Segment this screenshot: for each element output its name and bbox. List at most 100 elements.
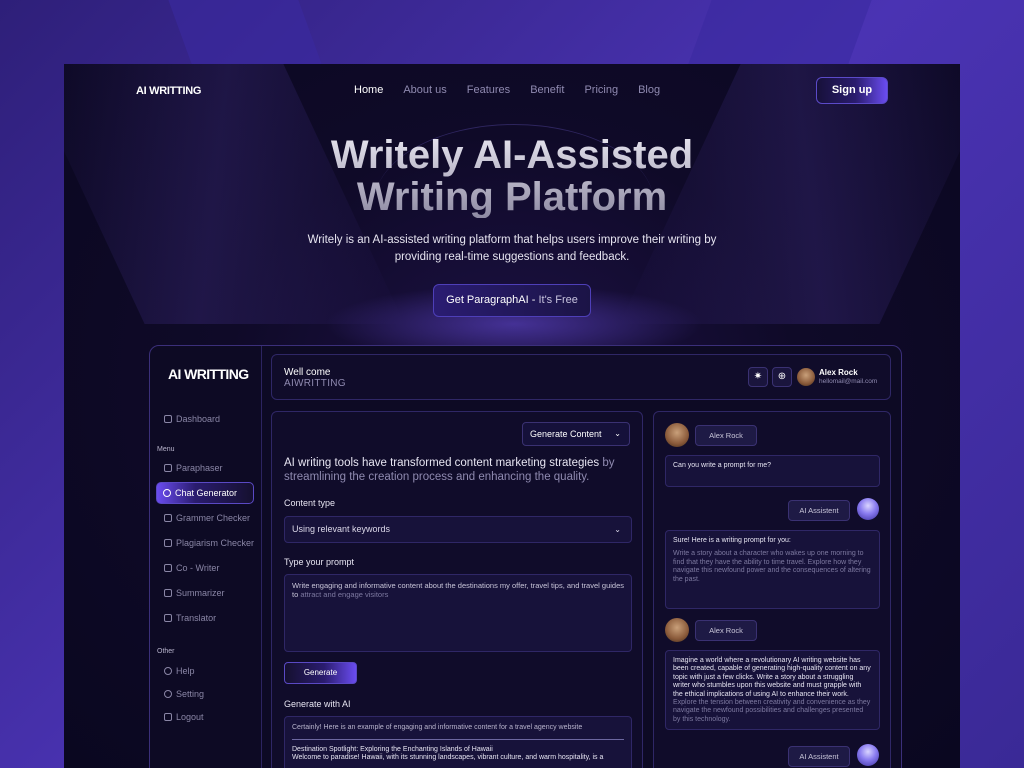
- generate-content-dropdown[interactable]: Generate Content ⌄: [522, 422, 630, 446]
- signup-button[interactable]: Sign up: [816, 77, 888, 104]
- divider: [292, 738, 624, 740]
- sidebar-item-label: Paraphaser: [176, 463, 223, 473]
- content-type-label: Content type: [284, 498, 336, 508]
- landing-frame: AI WRITTING Home About us Features Benef…: [64, 64, 960, 768]
- output-intro: Certainly! Here is an example of engagin…: [292, 724, 583, 731]
- sidebar-item-logout[interactable]: Logout: [164, 712, 204, 722]
- avatar: [665, 423, 689, 447]
- chat-user-name: Alex Rock: [695, 620, 757, 641]
- generate-button[interactable]: Generate: [284, 662, 357, 684]
- chevron-down-icon: ⌄: [614, 429, 621, 438]
- pen-icon: [164, 564, 172, 572]
- message-head: Sure! Here is a writing prompt for you:: [673, 537, 791, 544]
- sidebar-item-label: Summarizer: [176, 588, 225, 598]
- output-title: Destination Spotlight: Exploring the Enc…: [292, 745, 493, 753]
- select-value: Using relevant keywords: [292, 524, 391, 534]
- robot-avatar-icon: [857, 744, 879, 766]
- app-header: Well come AIWRITTING ✷ ⊕ Alex Rock hello…: [271, 354, 891, 400]
- sidebar: AI WRITTING Dashboard Menu Paraphaser Ch…: [150, 346, 262, 768]
- chat-user-name: Alex Rock: [695, 425, 757, 446]
- cta-label-free: It's Free: [538, 294, 578, 306]
- background-panel: [688, 0, 872, 64]
- sidebar-heading-other: Other: [157, 648, 175, 655]
- avatar: [665, 618, 689, 642]
- message-text: Can you write a prompt for me?: [673, 462, 772, 469]
- gear-icon: [164, 690, 172, 698]
- prompt-text-dim: attract and engage visitors: [300, 590, 389, 599]
- dropdown-label: Generate Content: [530, 429, 602, 439]
- site-logo[interactable]: AI WRITTING: [136, 85, 201, 97]
- content-generator-panel: Generate Content ⌄ AI writing tools have …: [271, 411, 643, 768]
- nav-blog[interactable]: Blog: [638, 84, 660, 96]
- chat-message-user: Can you write a prompt for me?: [665, 455, 880, 487]
- nav-features[interactable]: Features: [467, 84, 510, 96]
- nav-about[interactable]: About us: [403, 84, 446, 96]
- sidebar-item-label: Grammer Checker: [176, 513, 251, 523]
- theme-toggle-icon[interactable]: ✷: [748, 367, 768, 387]
- nav-home[interactable]: Home: [354, 84, 383, 96]
- chevron-down-icon: ⌄: [614, 525, 621, 534]
- sidebar-item-grammer-checker[interactable]: Grammer Checker: [164, 513, 250, 523]
- cta-label: Get ParagraphAI -: [446, 294, 539, 306]
- content-type-select[interactable]: Using relevant keywords ⌄: [284, 516, 632, 543]
- chat-message-user: Imagine a world where a revolutionary AI…: [665, 650, 880, 730]
- sidebar-item-label: Logout: [176, 712, 204, 722]
- nav-benefit[interactable]: Benefit: [530, 84, 564, 96]
- hero-title: Writely AI-Assisted Writing Platform: [64, 134, 960, 218]
- sidebar-item-setting[interactable]: Setting: [164, 689, 204, 699]
- main-nav: Home About us Features Benefit Pricing B…: [354, 84, 680, 96]
- sidebar-item-label: Chat Generator: [175, 488, 238, 498]
- chat-bot-name: AI Assistent: [788, 746, 850, 767]
- sidebar-item-label: Plagiarism Checker: [176, 538, 255, 548]
- background-panel: [168, 0, 322, 64]
- app-logo[interactable]: AI WRITTING: [168, 366, 249, 382]
- sidebar-item-co-writer[interactable]: Co - Writer: [164, 563, 219, 573]
- sidebar-item-label: Translator: [176, 613, 217, 623]
- chat-message-bot: Sure! Here is a writing prompt for you: …: [665, 530, 880, 609]
- welcome-text: Well come: [284, 367, 331, 378]
- sidebar-item-summarizer[interactable]: Summarizer: [164, 588, 225, 598]
- message-text-dim: Explore the tension between creativity a…: [673, 699, 871, 723]
- document-icon: [164, 464, 172, 472]
- nav-pricing[interactable]: Pricing: [584, 84, 618, 96]
- sidebar-item-dashboard[interactable]: Dashboard: [164, 414, 220, 424]
- language-flag-icon[interactable]: ⊕: [772, 367, 792, 387]
- grammar-icon: [164, 514, 172, 522]
- sidebar-item-label: Help: [176, 666, 195, 676]
- message-text: Imagine a world where a revolutionary AI…: [673, 657, 871, 698]
- prompt-label: Type your prompt: [284, 557, 355, 567]
- plagiarism-icon: [164, 539, 172, 547]
- hero-subtitle: Writely is an AI-assisted writing platfo…: [307, 234, 717, 263]
- sidebar-item-label: Setting: [176, 689, 205, 699]
- message-body: Write a story about a character who wake…: [673, 550, 871, 583]
- translate-icon: [164, 614, 172, 622]
- sidebar-item-label: Dashboard: [176, 414, 221, 424]
- dashboard-icon: [164, 415, 172, 423]
- chat-bot-name: AI Assistent: [788, 500, 850, 521]
- sidebar-item-plagiarism-checker[interactable]: Plagiarism Checker: [164, 538, 254, 548]
- sidebar-item-translator[interactable]: Translator: [164, 613, 216, 623]
- sidebar-item-paraphaser[interactable]: Paraphaser: [164, 463, 223, 473]
- logout-icon: [164, 713, 172, 721]
- sidebar-item-help[interactable]: Help: [164, 666, 195, 676]
- sidebar-item-chat-generator[interactable]: Chat Generator: [156, 482, 254, 504]
- user-email: hellomail@mail.com: [819, 378, 878, 385]
- help-icon: [164, 667, 172, 675]
- welcome-brand: AIWRITTING: [284, 378, 346, 389]
- avatar[interactable]: [797, 368, 815, 386]
- summary-icon: [164, 589, 172, 597]
- prompt-textarea[interactable]: Write engaging and informative content a…: [284, 574, 632, 652]
- generate-ai-label: Generate with AI: [284, 699, 351, 709]
- hero-title-line-1: Writely AI-Assisted: [330, 133, 694, 177]
- ai-output[interactable]: Certainly! Here is an example of engagin…: [284, 716, 632, 768]
- chat-panel: Alex Rock Can you write a prompt for me?…: [653, 411, 891, 768]
- sidebar-heading-menu: Menu: [157, 446, 175, 453]
- hero-title-line-2: Writing Platform: [356, 175, 668, 219]
- intro-text: AI writing tools have transformed conten…: [284, 456, 634, 484]
- output-text: Welcome to paradise! Hawaii, with its st…: [292, 754, 604, 761]
- cta-button[interactable]: Get ParagraphAI - It's Free: [433, 284, 591, 317]
- robot-avatar-icon: [857, 498, 879, 520]
- intro-bright: AI writing tools have transformed conten…: [284, 457, 600, 469]
- sidebar-item-label: Co - Writer: [176, 563, 220, 573]
- app-preview: AI WRITTING Dashboard Menu Paraphaser Ch…: [149, 345, 902, 768]
